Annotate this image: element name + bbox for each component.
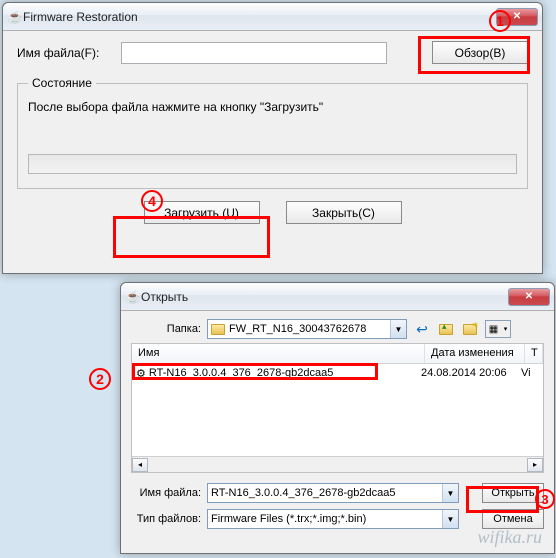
close-button[interactable]: Закрыть(C): [286, 201, 402, 224]
file-name: RT-N16_3.0.0.4_376_2678-gb2dcaa5: [149, 367, 334, 379]
folder-combo[interactable]: FW_RT_N16_30043762678 ▼: [207, 319, 407, 339]
filename-label: Имя файла(F):: [17, 46, 113, 60]
marker-2: 2: [89, 368, 111, 390]
status-group: Состояние После выбора файла нажмите на …: [17, 76, 528, 189]
close-icon[interactable]: ✕: [508, 288, 550, 306]
watermark: wifika.ru: [477, 527, 542, 548]
file-date: 24.08.2014 20:06: [421, 367, 521, 379]
col-date[interactable]: Дата изменения: [425, 344, 525, 363]
file-type: Vi: [521, 367, 539, 379]
new-folder-icon[interactable]: ✶: [461, 320, 479, 338]
cancel-button[interactable]: Отмена: [482, 509, 544, 529]
java-icon: ☕: [125, 289, 141, 305]
back-icon[interactable]: ↩: [413, 320, 431, 338]
folder-icon: [211, 324, 225, 335]
chevron-down-icon[interactable]: ▼: [442, 484, 458, 502]
open-filename-label: Имя файла:: [131, 487, 201, 499]
status-text: После выбора файла нажмите на кнопку "За…: [28, 100, 517, 114]
progress-bar: [28, 154, 517, 174]
filetype-value: Firmware Files (*.trx;*.img;*.bin): [211, 513, 366, 525]
col-type[interactable]: Т: [525, 344, 543, 363]
chevron-down-icon[interactable]: ▼: [390, 320, 406, 338]
close-icon[interactable]: ✕: [496, 8, 538, 26]
view-menu-icon[interactable]: ▦▾: [485, 320, 511, 338]
up-folder-icon[interactable]: ▴: [437, 320, 455, 338]
table-row[interactable]: ⚙ RT-N16_3.0.0.4_376_2678-gb2dcaa5 24.08…: [132, 364, 543, 382]
browse-button[interactable]: Обзор(B): [432, 41, 528, 64]
folder-value: FW_RT_N16_30043762678: [229, 323, 366, 335]
open-window-title: Открыть: [141, 290, 506, 304]
upload-button[interactable]: Загрузить (U): [144, 201, 260, 224]
filetype-label: Тип файлов:: [131, 513, 201, 525]
scroll-left-icon[interactable]: ◂: [132, 458, 148, 472]
file-icon: ⚙: [136, 367, 146, 380]
h-scrollbar[interactable]: ◂ ▸: [132, 456, 543, 472]
open-button[interactable]: Открыть: [482, 483, 544, 503]
col-name[interactable]: Имя: [132, 344, 425, 363]
folder-label: Папка:: [131, 323, 201, 335]
filename-input[interactable]: [121, 42, 387, 64]
open-titlebar: ☕ Открыть ✕: [121, 283, 554, 311]
open-filename-value: RT-N16_3.0.0.4_376_2678-gb2dcaa5: [211, 487, 396, 499]
filetype-combo[interactable]: Firmware Files (*.trx;*.img;*.bin) ▼: [207, 509, 459, 529]
status-legend: Состояние: [28, 76, 96, 90]
scroll-right-icon[interactable]: ▸: [527, 458, 543, 472]
list-header: Имя Дата изменения Т: [132, 344, 543, 364]
file-list: Имя Дата изменения Т ⚙ RT-N16_3.0.0.4_37…: [131, 343, 544, 473]
open-filename-combo[interactable]: RT-N16_3.0.0.4_376_2678-gb2dcaa5 ▼: [207, 483, 459, 503]
fw-window-title: Firmware Restoration: [23, 10, 494, 24]
fw-titlebar: ☕ Firmware Restoration ✕: [3, 3, 542, 31]
chevron-down-icon[interactable]: ▼: [442, 510, 458, 528]
java-icon: ☕: [7, 9, 23, 25]
